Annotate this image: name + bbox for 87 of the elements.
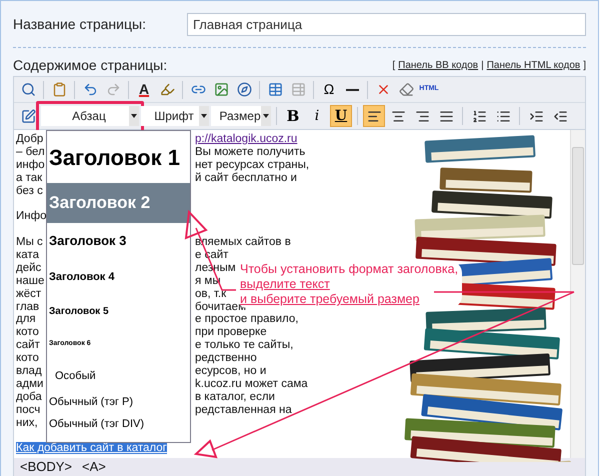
tag-path-item[interactable]: <BODY> xyxy=(20,457,72,476)
bold-button[interactable]: B xyxy=(282,105,304,127)
italic-button[interactable]: i xyxy=(306,105,328,127)
bullet-list-icon xyxy=(496,108,510,124)
editor-text: посч xyxy=(16,404,42,417)
underline-button[interactable]: U xyxy=(330,105,352,127)
editor-text: без с xyxy=(16,184,44,198)
edit-icon xyxy=(20,108,36,124)
editor-text: доба xyxy=(16,390,43,404)
editor-text: ката xyxy=(16,249,40,262)
panel-link[interactable]: Панель HTML кодов xyxy=(486,58,580,73)
editor-text: е только те сайты, xyxy=(195,339,294,352)
editor-text: наше xyxy=(16,274,45,288)
editor-text: для xyxy=(16,313,37,326)
align-right-icon xyxy=(414,108,430,124)
scrollbar[interactable] xyxy=(570,130,585,458)
editor-text: кото xyxy=(16,326,40,340)
dropdown-arrow-icon xyxy=(263,114,269,118)
format-option[interactable]: Обычный (тэг DIV) xyxy=(47,413,190,435)
image-icon xyxy=(214,82,228,97)
align-justify-icon xyxy=(438,108,454,124)
field-label: Содержимое страницы: xyxy=(13,56,168,75)
format-option[interactable]: Заголовок 3 xyxy=(47,223,190,259)
redo-icon xyxy=(106,82,120,97)
format-dropdown[interactable]: Абзац xyxy=(41,106,139,126)
table-edit-icon xyxy=(290,82,306,97)
align-left-icon xyxy=(366,108,382,124)
editor-link[interactable]: p://katalogik.ucoz.ru xyxy=(195,133,298,146)
editor-text: влад xyxy=(16,365,43,378)
search-icon xyxy=(20,82,36,97)
editor-text: й сайт бесплатно и xyxy=(195,172,297,185)
undo-icon xyxy=(82,82,98,97)
horizontal-line-icon xyxy=(346,88,358,90)
editor-text: редставленная на xyxy=(195,404,292,417)
omega-button[interactable]: Ω xyxy=(318,78,340,100)
editor-text: дейс xyxy=(16,262,42,275)
format-option[interactable]: Заголовок 1 xyxy=(47,131,190,183)
page-title-field[interactable]: Главная страница xyxy=(187,12,586,36)
table-icon xyxy=(268,82,282,97)
bracket: [ xyxy=(392,59,396,73)
dropdown-arrow-icon xyxy=(201,114,207,118)
editor-text: Инфо xyxy=(16,210,45,224)
format-dropdown[interactable]: Размер xyxy=(211,106,271,126)
editor-text: есурсов, но и xyxy=(195,365,266,378)
editor-text: е простое правило, xyxy=(195,313,298,326)
bracket: ] xyxy=(583,59,586,73)
align-left-button[interactable] xyxy=(363,105,385,127)
editor-text: при проверке xyxy=(195,326,267,340)
editor-text: редственно xyxy=(195,352,257,366)
editor-text: жёст xyxy=(16,288,42,301)
editor-text: инфо xyxy=(16,158,45,172)
editor-text: сайт xyxy=(16,339,41,352)
clipboard-icon xyxy=(52,82,66,97)
scroll-thumb[interactable] xyxy=(572,147,584,265)
format-option[interactable]: Заголовок 5 xyxy=(47,295,190,328)
ordered-list-icon xyxy=(472,108,486,124)
editor-text: кото xyxy=(16,352,40,366)
dropdown-arrow-icon xyxy=(131,114,137,118)
format-option[interactable]: Заголовок 2 xyxy=(47,183,190,223)
panel-link[interactable]: Панель BB кодов xyxy=(398,58,478,73)
format-option[interactable]: Заголовок 4 xyxy=(47,259,190,295)
indent-icon xyxy=(528,108,544,124)
selected-text: Как добавить сайт в каталог xyxy=(16,442,167,454)
compass-icon xyxy=(236,82,252,97)
editor-text: ов, т.к xyxy=(195,288,226,301)
highlighter-icon xyxy=(160,82,174,97)
format-option[interactable]: Обычный (тэг P) xyxy=(47,391,190,413)
editor-text: них, xyxy=(16,416,39,430)
tag-path-item[interactable]: <A> xyxy=(82,457,106,476)
editor-text: адми xyxy=(16,378,44,391)
editor-text: нет ресурсах страны, xyxy=(195,158,310,172)
format-dropdown[interactable]: Шрифт xyxy=(141,106,209,126)
editor-text: Мы с xyxy=(16,236,44,250)
outdent-icon xyxy=(552,108,568,124)
link-separator: | xyxy=(481,59,484,73)
editor-text: – бел xyxy=(16,146,45,159)
editor-text: а так xyxy=(16,172,44,185)
textcolor-button[interactable]: A xyxy=(133,78,155,100)
eraser-icon xyxy=(398,82,414,97)
align-center-icon xyxy=(390,108,406,124)
editor-text: Вы можете получить xyxy=(195,146,306,159)
editor-text: Добр xyxy=(16,133,44,146)
format-option[interactable]: Особый xyxy=(47,361,190,391)
editor-text: в каталог, если xyxy=(195,390,275,404)
editor-text: k.ucoz.ru может сама xyxy=(195,378,308,391)
editor-text: глав xyxy=(16,300,40,314)
field-label: Название страницы: xyxy=(13,14,147,34)
